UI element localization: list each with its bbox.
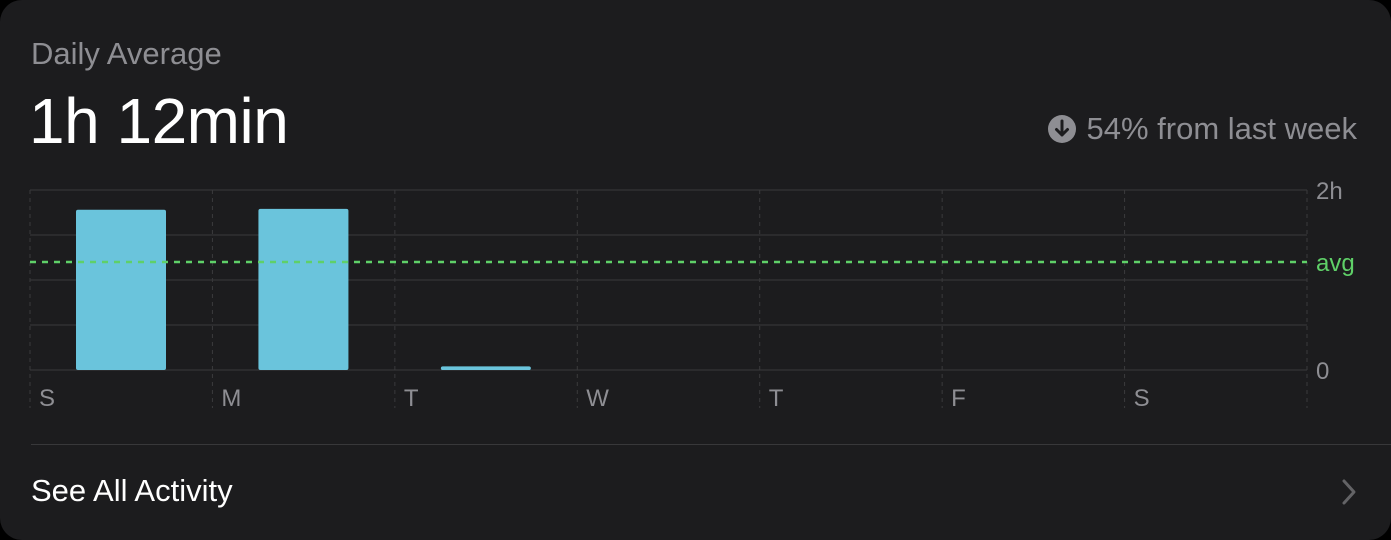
- divider: [31, 444, 1391, 445]
- x-tick-label-0: S: [39, 385, 55, 412]
- x-tick-label-1: M: [221, 385, 241, 412]
- y-tick-label-max: 2h: [1316, 178, 1343, 205]
- bar-2: [440, 366, 531, 370]
- bar-1: [258, 208, 349, 370]
- y-tick-label-min: 0: [1316, 358, 1329, 385]
- see-all-activity-label: See All Activity: [31, 473, 233, 508]
- see-all-activity-button[interactable]: See All Activity: [0, 446, 1391, 526]
- x-tick-label-5: F: [951, 385, 966, 412]
- usage-bar-chart: avg 2h 0 S M T W T F S: [29, 178, 1355, 412]
- bar-0: [76, 209, 166, 370]
- x-tick-label-4: T: [769, 385, 784, 412]
- chevron-right-icon: [1342, 479, 1356, 505]
- x-tick-label-6: S: [1134, 385, 1150, 412]
- daily-average-card: Daily Average 1h 12min 54% from last wee…: [0, 0, 1391, 540]
- average-label: avg: [1316, 250, 1355, 277]
- x-tick-label-3: W: [586, 385, 609, 412]
- x-tick-label-2: T: [404, 385, 419, 412]
